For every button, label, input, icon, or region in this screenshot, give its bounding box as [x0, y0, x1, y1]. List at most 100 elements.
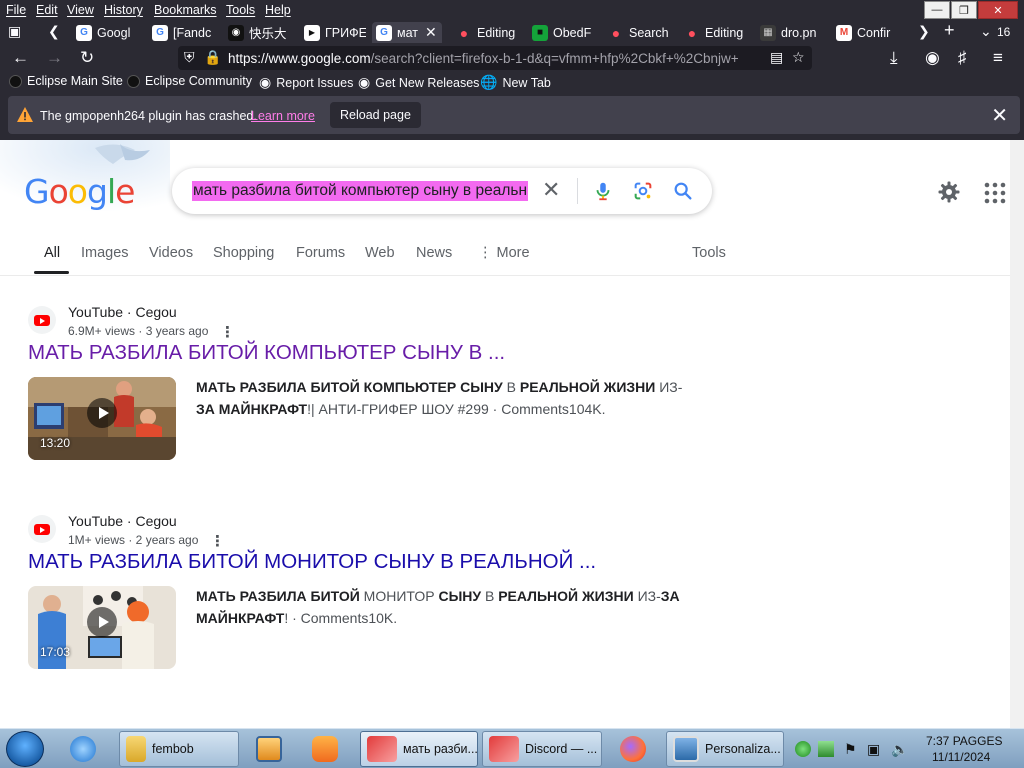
network-globe-icon[interactable]: [795, 741, 811, 757]
tab-news[interactable]: News: [416, 245, 452, 261]
tab-8[interactable]: ● Editing: [680, 22, 746, 43]
tools-button[interactable]: Tools: [692, 245, 726, 261]
tab-close-icon[interactable]: ✕: [425, 24, 437, 41]
url-text[interactable]: https://www.google.com/search?client=fir…: [228, 51, 768, 66]
tab-10[interactable]: M Confir: [832, 22, 898, 43]
clock-date[interactable]: 11/11/2024: [932, 750, 990, 764]
tab-2[interactable]: ◉ 快乐大: [224, 22, 290, 43]
search-box[interactable]: мать разбила битой компьютер сыну в реал…: [172, 168, 712, 214]
result-options-icon[interactable]: ⋮: [220, 323, 235, 341]
menu-tools[interactable]: Tools: [226, 3, 255, 17]
youtube-favicon[interactable]: [28, 306, 56, 334]
scroll-tabs-left-icon[interactable]: ❮: [48, 23, 60, 40]
reader-view-icon[interactable]: ▤: [770, 49, 783, 66]
red-envelope-icon: [367, 736, 397, 762]
extensions-puzzle-icon[interactable]: ♯: [958, 48, 967, 68]
bookmark-report-issues[interactable]: ◉ Report Issues: [259, 74, 353, 91]
clock-time[interactable]: 7:37 PAGGES: [926, 734, 1002, 748]
menu-edit[interactable]: Edit: [36, 3, 58, 17]
tab-web[interactable]: Web: [365, 245, 395, 261]
tab-1[interactable]: G [Fandc: [148, 22, 214, 43]
scroll-tabs-right-icon[interactable]: ❯: [918, 23, 930, 40]
account-icon[interactable]: ◉: [925, 48, 940, 68]
taskbar-firefox[interactable]: [614, 731, 654, 767]
tab-9[interactable]: ▦ dro.pn: [756, 22, 822, 43]
tab-shopping[interactable]: Shopping: [213, 245, 274, 261]
more-dots-icon: ⋮: [478, 245, 497, 261]
tab-0[interactable]: G Googl: [72, 22, 134, 43]
hamburger-menu-icon[interactable]: ≡: [993, 48, 1003, 68]
lock-icon[interactable]: 🔒: [204, 49, 221, 66]
security-tray-icon[interactable]: [818, 741, 834, 757]
menu-bookmarks[interactable]: Bookmarks: [154, 3, 217, 17]
address-bar[interactable]: ⛨ 🔒 https://www.google.com/search?client…: [178, 46, 812, 70]
video-duration: 13:20: [40, 436, 71, 450]
menu-file[interactable]: File: [6, 3, 26, 17]
tab-overview-icon[interactable]: ▣: [8, 23, 21, 40]
taskbar-internet-explorer[interactable]: [64, 731, 112, 767]
bookmark-new-tab[interactable]: 🌐 New Tab: [480, 74, 551, 91]
taskbar-browser-active-window[interactable]: мать разби...: [360, 731, 478, 767]
search-magnifier-icon[interactable]: [672, 180, 694, 202]
tab-3[interactable]: ▶ ГРИФЕ: [300, 22, 366, 43]
restore-button[interactable]: ❐: [951, 1, 977, 19]
start-button-windows-icon[interactable]: [6, 731, 44, 767]
page-scrollbar[interactable]: [1010, 140, 1024, 728]
youtube-favicon[interactable]: [28, 515, 56, 543]
result-title-link[interactable]: МАТЬ РАЗБИЛА БИТОЙ МОНИТОР СЫНУ В РЕАЛЬН…: [28, 550, 596, 574]
close-notification-icon[interactable]: ✕: [991, 103, 1008, 128]
tab-forums[interactable]: Forums: [296, 245, 345, 261]
video-thumbnail[interactable]: 13:20: [28, 377, 176, 460]
settings-gear-icon[interactable]: [937, 180, 961, 204]
taskbar-media-player[interactable]: [250, 731, 290, 767]
taskbar-fembob-folder[interactable]: fembob: [119, 731, 239, 767]
list-all-tabs-chevron-icon[interactable]: ⌄: [980, 23, 992, 40]
result-options-icon[interactable]: ⋮: [210, 532, 225, 550]
tab-5[interactable]: ● Editing: [452, 22, 518, 43]
google-apps-grid-icon[interactable]: [984, 182, 1006, 204]
back-arrow-icon[interactable]: ←: [12, 48, 29, 68]
forward-arrow-icon[interactable]: →: [46, 48, 63, 68]
clear-search-icon[interactable]: ✕: [542, 178, 560, 202]
bookmark-label: Get New Releases: [375, 75, 480, 90]
volume-muted-icon[interactable]: 🔈: [891, 741, 908, 757]
bookmark-star-icon[interactable]: ☆: [792, 49, 805, 66]
search-input[interactable]: мать разбила битой компьютер сыну в реал…: [192, 181, 529, 201]
tab-all[interactable]: All: [44, 245, 60, 261]
taskbar-uc-browser[interactable]: [306, 731, 350, 767]
bookmark-eclipse-community[interactable]: Eclipse Community: [127, 74, 252, 88]
minimize-button[interactable]: —: [924, 1, 950, 19]
reload-page-button[interactable]: Reload page: [330, 102, 421, 128]
tab-videos[interactable]: Videos: [149, 245, 193, 261]
google-logo[interactable]: Google: [24, 172, 135, 211]
tab-images[interactable]: Images: [81, 245, 129, 261]
bookmark-get-new-releases[interactable]: ◉ Get New Releases: [358, 74, 479, 91]
menu-history[interactable]: History: [104, 3, 143, 17]
tracking-shield-icon[interactable]: ⛨: [184, 49, 195, 66]
google-icon: G: [376, 24, 392, 41]
menu-help[interactable]: Help: [265, 3, 291, 17]
bookmark-eclipse-main-site[interactable]: Eclipse Main Site: [9, 74, 123, 88]
network-monitor-icon[interactable]: ▣: [867, 741, 883, 757]
taskbar-discord-window[interactable]: Discord — ...: [482, 731, 602, 767]
action-center-flag-icon[interactable]: ⚑: [844, 741, 860, 757]
learn-more-link[interactable]: Learn more: [251, 109, 315, 123]
google-lens-icon[interactable]: [632, 180, 654, 202]
video-thumbnail[interactable]: 17:03: [28, 586, 176, 669]
tab-6[interactable]: ■ ObedF: [528, 22, 594, 43]
result-source[interactable]: YouTube · Cegou: [68, 304, 177, 320]
tab-more[interactable]: ⋮ More: [478, 245, 530, 261]
reload-icon[interactable]: ↻: [80, 48, 94, 68]
tab-7[interactable]: ● Search: [604, 22, 670, 43]
voice-search-mic-icon[interactable]: [592, 180, 614, 202]
tab-4-active[interactable]: G мат ✕: [372, 22, 442, 43]
taskbar-personalization-window[interactable]: Personaliza...: [666, 731, 784, 767]
downloads-icon[interactable]: ⤓: [890, 48, 898, 68]
result-title-link[interactable]: МАТЬ РАЗБИЛА БИТОЙ КОМПЬЮТЕР СЫНУ В ...: [28, 341, 505, 365]
result-source[interactable]: YouTube · Cegou: [68, 513, 177, 529]
play-icon[interactable]: [87, 398, 117, 428]
menu-view[interactable]: View: [67, 3, 94, 17]
window-close-button[interactable]: ✕: [978, 1, 1018, 19]
new-tab-plus-icon[interactable]: +: [944, 20, 955, 41]
play-icon[interactable]: [87, 607, 117, 637]
